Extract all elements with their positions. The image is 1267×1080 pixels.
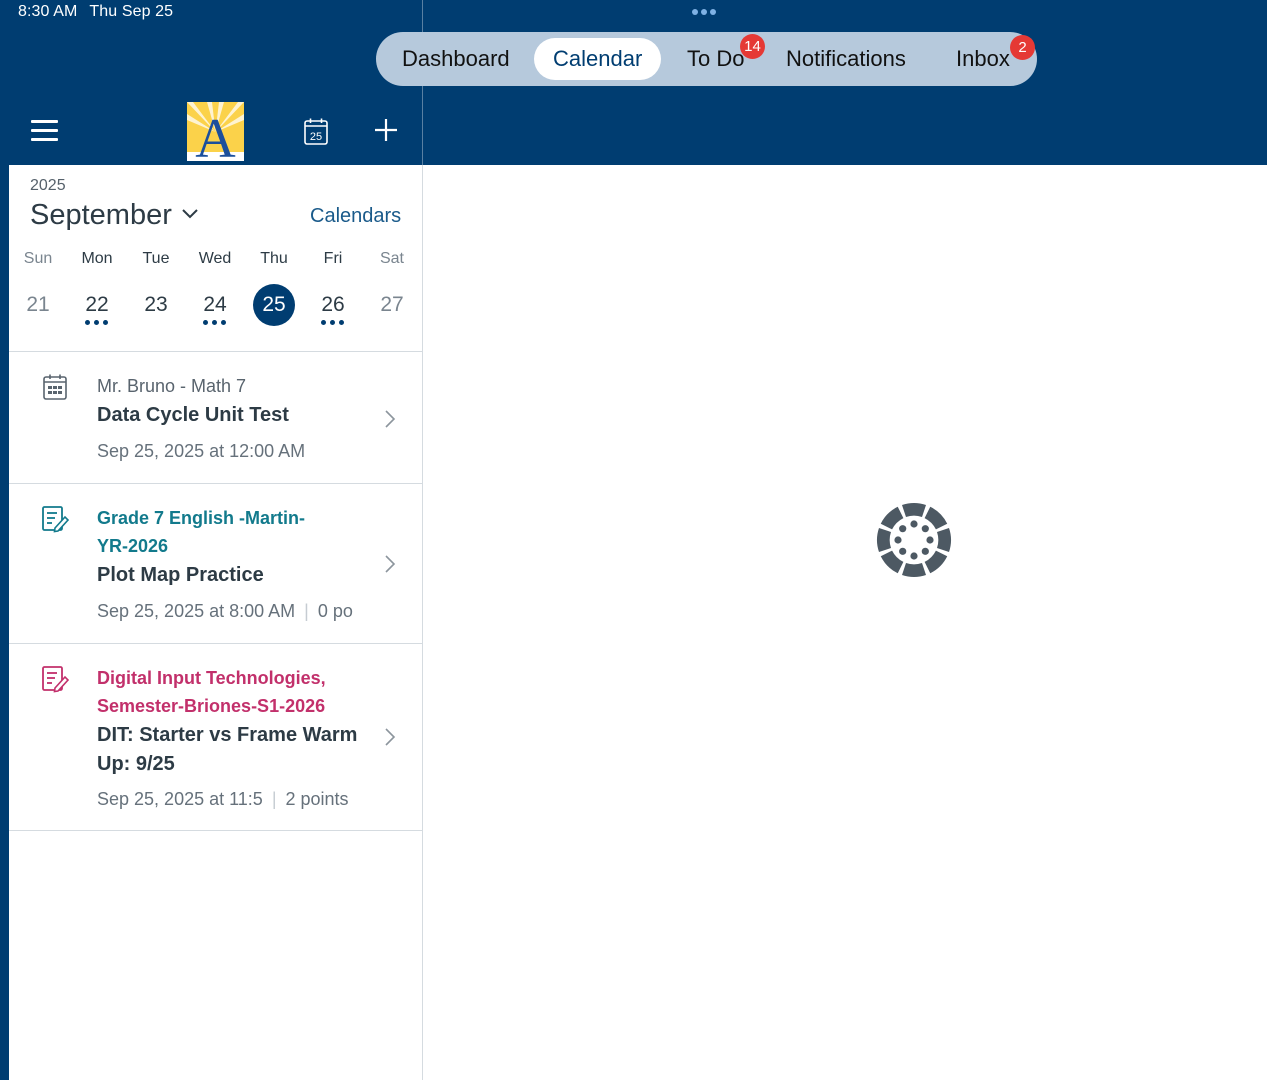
event-dots xyxy=(85,320,108,325)
item-date: Sep 25, 2025 at 12:00 AM xyxy=(97,441,306,461)
multitasking-handle[interactable] xyxy=(692,9,716,15)
logo-letter: A xyxy=(195,108,236,161)
calendars-link[interactable]: Calendars xyxy=(310,205,401,228)
day-cell[interactable]: 27 xyxy=(371,284,413,326)
weekday-label: Fri xyxy=(323,250,343,267)
status-time: 8:30 AM xyxy=(18,3,78,20)
plus-icon[interactable] xyxy=(375,119,397,141)
event-dots xyxy=(321,320,344,325)
item-title: Up: 9/25 xyxy=(97,753,175,775)
divider xyxy=(9,643,422,644)
day-cell[interactable]: 21 xyxy=(17,284,59,326)
status-date: Thu Sep 25 xyxy=(89,3,174,20)
tab-inbox[interactable]: Inbox xyxy=(956,32,1010,86)
chevron-down-icon[interactable] xyxy=(181,208,199,220)
weekday-label: Sat xyxy=(379,250,404,267)
item-date: Sep 25, 2025 at 11:5 xyxy=(97,789,263,809)
tab-calendar[interactable]: Calendar xyxy=(534,38,662,80)
day-cell[interactable]: 23 xyxy=(135,284,177,326)
item-course: Grade 7 English -Martin- xyxy=(97,508,306,528)
weekday-label: Mon xyxy=(81,250,113,267)
weekday-label: Tue xyxy=(142,250,170,267)
divider xyxy=(9,351,422,352)
item-meta: Sep 25, 2025 at 8:00 AM | 0 po xyxy=(97,601,353,621)
item-title: Plot Map Practice xyxy=(97,564,264,586)
tab-dashboard[interactable]: Dashboard xyxy=(402,32,510,86)
tab-todo[interactable]: To Do xyxy=(687,32,744,86)
todo-badge: 14 xyxy=(740,34,765,59)
day-cell-selected[interactable]: 25 xyxy=(253,284,295,326)
tab-bar: Dashboard Calendar To Do 14 Notification… xyxy=(376,32,1037,86)
chevron-right-icon xyxy=(385,728,396,746)
menu-icon[interactable] xyxy=(31,120,58,141)
assignment-icon xyxy=(42,666,69,693)
item-date: Sep 25, 2025 at 8:00 AM xyxy=(97,601,296,621)
divider xyxy=(9,830,422,831)
inbox-badge: 2 xyxy=(1010,35,1035,60)
weekday-label: Sun xyxy=(23,250,53,267)
item-course: Digital Input Technologies, xyxy=(97,668,326,688)
calendar-icon-day: 25 xyxy=(310,131,322,143)
item-course: YR-2026 xyxy=(97,536,169,556)
calendar-event-icon xyxy=(43,374,67,400)
tab-notifications[interactable]: Notifications xyxy=(786,32,906,86)
calendar-icon[interactable]: 25 xyxy=(304,118,328,145)
chevron-right-icon xyxy=(385,555,396,573)
left-edge-strip xyxy=(0,0,9,1080)
item-points: 0 po xyxy=(317,601,353,621)
assignment-icon xyxy=(42,506,69,533)
item-title: Data Cycle Unit Test xyxy=(97,404,289,426)
weekday-label: Wed xyxy=(198,250,232,267)
item-course: Semester-Briones-S1-2026 xyxy=(97,696,326,716)
event-dots xyxy=(203,320,226,325)
item-meta: Sep 25, 2025 at 11:5 | 2 points xyxy=(97,789,349,809)
pane-divider xyxy=(422,165,423,1080)
item-title: DIT: Starter vs Frame Warm xyxy=(97,724,358,746)
status-bar: 8:30 AM Thu Sep 25 xyxy=(18,3,185,21)
weekday-label: Thu xyxy=(260,250,288,267)
item-course: Mr. Bruno - Math 7 xyxy=(97,376,247,396)
calendar-year: 2025 xyxy=(30,177,66,194)
chevron-right-icon xyxy=(385,410,396,428)
divider xyxy=(9,483,422,484)
school-logo: A xyxy=(187,102,244,161)
loading-spinner-icon xyxy=(877,503,951,577)
item-points: 2 points xyxy=(285,789,349,809)
month-selector[interactable]: September xyxy=(30,199,172,232)
